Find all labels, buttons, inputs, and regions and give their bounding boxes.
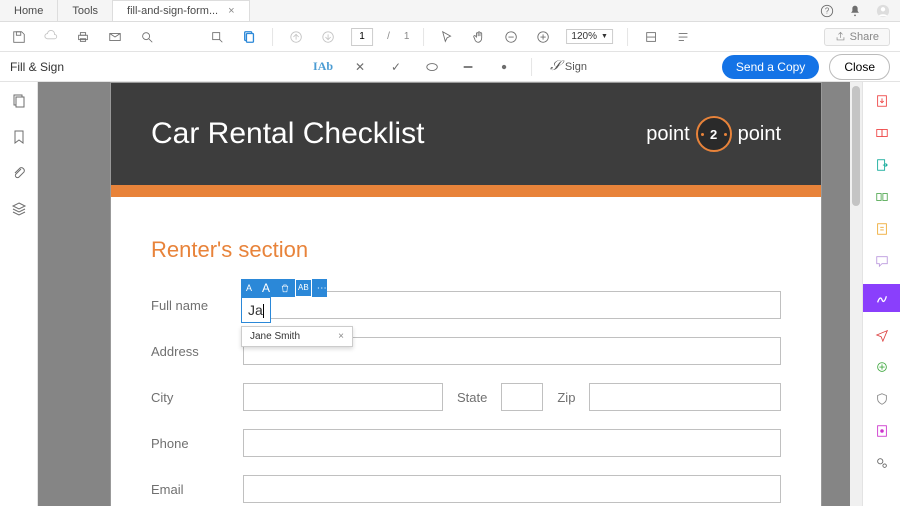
bookmark-icon[interactable]: [10, 128, 28, 146]
combine-icon[interactable]: [873, 124, 891, 142]
text-tool-icon[interactable]: IAb: [313, 59, 333, 74]
logo-badge-icon: 2: [696, 116, 732, 152]
document-viewer[interactable]: Car Rental Checklist point 2 point Rente…: [38, 82, 862, 506]
stamp-icon[interactable]: [873, 422, 891, 440]
label-phone: Phone: [151, 436, 243, 451]
row-email: Email: [151, 475, 781, 503]
fit-width-icon[interactable]: [642, 28, 660, 46]
separator: [627, 28, 628, 46]
accent-bar: [111, 185, 821, 197]
zoom-out-icon[interactable]: [502, 28, 520, 46]
page-number-input[interactable]: [351, 28, 373, 46]
scrollbar-thumb[interactable]: [852, 86, 860, 206]
text-input-toolbar: A A AB ⋯: [241, 279, 327, 297]
document-header: Car Rental Checklist point 2 point: [111, 83, 821, 185]
protect-icon[interactable]: [873, 390, 891, 408]
export-pdf-icon[interactable]: [873, 156, 891, 174]
field-email[interactable]: [243, 475, 781, 503]
more-tools-icon[interactable]: [873, 358, 891, 376]
field-city[interactable]: [243, 383, 443, 411]
edit-pdf-icon[interactable]: [873, 188, 891, 206]
field-state[interactable]: [501, 383, 543, 411]
print-icon[interactable]: [74, 28, 92, 46]
line-icon[interactable]: [459, 58, 477, 76]
reflow-icon[interactable]: [674, 28, 692, 46]
tab-tools[interactable]: Tools: [58, 0, 113, 21]
delete-icon[interactable]: [275, 279, 295, 297]
help-icon[interactable]: ?: [818, 2, 836, 20]
x-mark-icon[interactable]: ✕: [351, 58, 369, 76]
dot-icon[interactable]: [495, 58, 513, 76]
create-pdf-icon[interactable]: [873, 92, 891, 110]
field-phone[interactable]: [243, 429, 781, 457]
main-area: Car Rental Checklist point 2 point Rente…: [0, 82, 900, 506]
separator: [423, 28, 424, 46]
row-phone: Phone: [151, 429, 781, 457]
send-copy-button[interactable]: Send a Copy: [722, 55, 819, 79]
separator: [272, 28, 273, 46]
thumbnails-icon[interactable]: [10, 92, 28, 110]
layers-icon[interactable]: [10, 200, 28, 218]
send-for-signature-icon[interactable]: [873, 326, 891, 344]
svg-text:?: ?: [825, 7, 830, 16]
share-button[interactable]: Share: [824, 28, 890, 46]
checkmark-icon[interactable]: ✓: [387, 58, 405, 76]
field-zip[interactable]: [589, 383, 781, 411]
selection-arrow-icon[interactable]: [208, 28, 226, 46]
document-title: Car Rental Checklist: [151, 117, 424, 151]
left-nav-rail: [0, 82, 38, 506]
page-total: 1: [404, 31, 410, 42]
page-separator: /: [387, 31, 390, 42]
close-button[interactable]: Close: [829, 54, 890, 80]
text-style-icon[interactable]: AB: [295, 279, 312, 297]
label-email: Email: [151, 482, 243, 497]
sign-tool[interactable]: 𝒮Sign: [550, 59, 587, 75]
right-tools-rail: [862, 82, 900, 506]
scrollbar[interactable]: [850, 82, 862, 506]
label-address: Address: [151, 344, 243, 359]
dismiss-suggestion-icon[interactable]: ×: [338, 331, 344, 342]
page-up-icon[interactable]: [287, 28, 305, 46]
zoom-dropdown[interactable]: 120%▼: [566, 29, 613, 44]
search-icon[interactable]: [138, 28, 156, 46]
main-toolbar: / 1 120%▼ Share: [0, 22, 900, 52]
page-icon[interactable]: [240, 28, 258, 46]
pointer-icon[interactable]: [438, 28, 456, 46]
organize-icon[interactable]: [873, 220, 891, 238]
mail-icon[interactable]: [106, 28, 124, 46]
document-page: Car Rental Checklist point 2 point Rente…: [110, 82, 822, 506]
active-text-input[interactable]: Ja: [241, 297, 271, 323]
autocomplete-suggestion[interactable]: Jane Smith ×: [241, 326, 353, 347]
tab-document[interactable]: fill-and-sign-form... ×: [113, 0, 250, 21]
label-city: City: [151, 390, 243, 405]
close-tab-icon[interactable]: ×: [228, 5, 234, 17]
attachment-icon[interactable]: [10, 164, 28, 182]
label-full-name: Full name: [151, 298, 243, 313]
tab-bar: Home Tools fill-and-sign-form... × ?: [0, 0, 900, 22]
fill-sign-icon[interactable]: [863, 284, 900, 312]
bell-icon[interactable]: [846, 2, 864, 20]
more-icon[interactable]: ⋯: [312, 279, 332, 297]
section-heading: Renter's section: [151, 237, 781, 263]
account-icon[interactable]: [874, 2, 892, 20]
company-logo: point 2 point: [646, 116, 781, 152]
fill-sign-label: Fill & Sign: [10, 60, 64, 74]
text-size-large-icon[interactable]: A: [257, 279, 275, 297]
cloud-upload-icon[interactable]: [42, 28, 60, 46]
circle-icon[interactable]: [423, 58, 441, 76]
label-state: State: [457, 390, 487, 405]
comment-icon[interactable]: [873, 252, 891, 270]
zoom-in-icon[interactable]: [534, 28, 552, 46]
fill-sign-bar: Fill & Sign IAb ✕ ✓ 𝒮Sign Send a Copy Cl…: [0, 52, 900, 82]
save-icon[interactable]: [10, 28, 28, 46]
label-zip: Zip: [557, 390, 575, 405]
row-city-state-zip: City State Zip: [151, 383, 781, 411]
text-size-small-icon[interactable]: A: [241, 279, 257, 297]
tab-home[interactable]: Home: [0, 0, 58, 21]
page-down-icon[interactable]: [319, 28, 337, 46]
hand-icon[interactable]: [470, 28, 488, 46]
settings-icon[interactable]: [873, 454, 891, 472]
separator: [531, 58, 532, 76]
